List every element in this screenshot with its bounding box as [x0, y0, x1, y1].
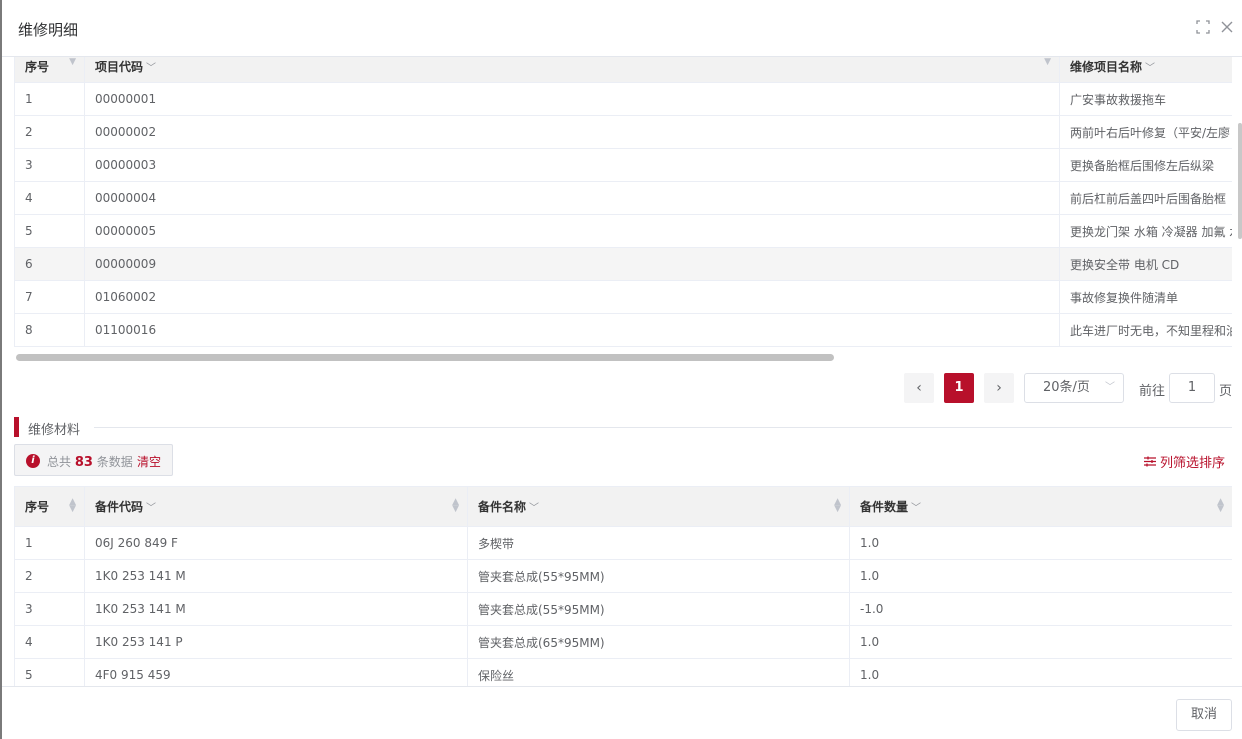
column-header-part-name[interactable]: 备件名称 ﹀ ▲ ▼	[467, 486, 850, 527]
total-count: 83	[74, 455, 93, 470]
fullscreen-icon[interactable]	[1196, 20, 1212, 36]
dialog-title: 维修明细	[18, 21, 79, 39]
clear-button[interactable]: 清空	[137, 453, 161, 470]
table-row[interactable]: 6 00000009 更换安全带 电机 CD	[14, 247, 1232, 281]
dialog-body[interactable]: 序号 ▼ 项目代码 ﹀ ▼ 维修项目名称 ﹀ 1 00000001 广安事故救援拖车 2 00…	[2, 57, 1242, 686]
sort-icon[interactable]: ▲ ▼	[69, 498, 76, 514]
table-row[interactable]: 2 1K0 253 141 M 管夹套总成(55*95MM) 1.0	[14, 559, 1232, 593]
table-row[interactable]: 3 00000003 更换备胎框后围修左后纵梁	[14, 148, 1232, 182]
table-header-row: 序号 ▼ 项目代码 ﹀ ▼ 维修项目名称 ﹀	[14, 57, 1232, 83]
column-filter-sort-button[interactable]: 列筛选排序	[1144, 452, 1225, 471]
column-header-seq[interactable]: 序号 ▲ ▼	[14, 486, 85, 527]
table-row[interactable]: 8 01100016 此车进厂时无电，不知里程和油	[14, 313, 1232, 347]
info-icon: i	[26, 454, 40, 468]
column-header-part-code[interactable]: 备件代码 ﹀ ▲ ▼	[84, 486, 468, 527]
table-row[interactable]: 3 1K0 253 141 M 管夹套总成(55*95MM) -1.0	[14, 592, 1232, 626]
chevron-down-icon[interactable]: ﹀	[529, 499, 539, 514]
next-page-button[interactable]: ›	[984, 373, 1014, 403]
dialog-footer: 取消	[2, 686, 1242, 739]
dialog-header: 维修明细	[2, 0, 1242, 57]
table-row[interactable]: 4 1K0 253 141 P 管夹套总成(65*95MM) 1.0	[14, 625, 1232, 659]
page-number-current[interactable]: 1	[944, 373, 974, 403]
chevron-down-icon[interactable]: ﹀	[146, 499, 156, 514]
sort-icon[interactable]: ▲ ▼	[1217, 498, 1224, 514]
summary-alert: i 总共 83 条数据 清空	[14, 444, 173, 476]
page-size-select[interactable]: 20条/页 ﹀	[1024, 373, 1124, 403]
goto-unit-label: 页	[1219, 384, 1233, 399]
chevron-down-icon[interactable]: ﹀	[146, 59, 156, 74]
table-row[interactable]: 7 01060002 事故修复换件随清单	[14, 280, 1232, 314]
goto-page-input[interactable]: 1	[1169, 373, 1215, 403]
table-row[interactable]: 1 00000001 广安事故救援拖车	[14, 82, 1232, 116]
chevron-down-icon: ﹀	[1105, 382, 1115, 393]
vertical-scrollbar[interactable]	[1238, 123, 1242, 239]
column-header-name[interactable]: 维修项目名称 ﹀	[1059, 57, 1232, 83]
materials-table: 序号 ▲ ▼ 备件代码 ﹀ ▲ ▼ 备件名称 ﹀ ▲ ▼ 备件数量 ﹀ ▲ ▼ 1 06J 260 84…	[14, 486, 1232, 686]
sort-icon[interactable]: ▼	[69, 58, 76, 67]
table-row[interactable]: 5 4F0 915 459 保险丝 1.0	[14, 658, 1232, 686]
column-header-part-qty[interactable]: 备件数量 ﹀ ▲ ▼	[849, 486, 1232, 527]
sort-icon[interactable]: ▼	[1044, 58, 1051, 67]
goto-label: 前往	[1139, 384, 1166, 399]
table-row[interactable]: 2 00000002 两前叶右后叶修复（平安/左廖	[14, 115, 1232, 149]
table-row[interactable]: 4 00000004 前后杠前后盖四叶后围备胎框	[14, 181, 1232, 215]
section-divider	[94, 427, 1232, 428]
sort-icon[interactable]: ▲ ▼	[834, 498, 841, 514]
table-row[interactable]: 1 06J 260 849 F 多楔带 1.0	[14, 526, 1232, 560]
sliders-icon	[1144, 456, 1156, 471]
repair-detail-dialog: 维修明细 序号 ▼ 项目代码 ﹀ ▼ 维修项目名称 ﹀ 1 00000001 广安事故救援	[0, 0, 1242, 739]
repair-items-table: 序号 ▼ 项目代码 ﹀ ▼ 维修项目名称 ﹀ 1 00000001 广安事故救援拖车 2 00…	[14, 57, 1232, 357]
horizontal-scrollbar[interactable]	[16, 354, 834, 361]
chevron-down-icon[interactable]: ﹀	[911, 499, 921, 514]
chevron-down-icon[interactable]: ﹀	[1145, 59, 1155, 74]
sort-icon[interactable]: ▲ ▼	[452, 498, 459, 514]
section-accent-bar	[14, 417, 19, 437]
materials-section-title: 维修材料	[14, 417, 1232, 438]
column-header-code[interactable]: 项目代码 ﹀ ▼	[84, 57, 1060, 83]
table-row[interactable]: 5 00000005 更换龙门架 水箱 冷凝器 加氟 水	[14, 214, 1232, 248]
column-header-seq[interactable]: 序号 ▼	[14, 57, 85, 83]
cancel-button[interactable]: 取消	[1176, 699, 1232, 731]
table-header-row: 序号 ▲ ▼ 备件代码 ﹀ ▲ ▼ 备件名称 ﹀ ▲ ▼ 备件数量 ﹀ ▲ ▼	[14, 486, 1232, 527]
prev-page-button[interactable]: ‹	[904, 373, 934, 403]
close-icon[interactable]	[1220, 20, 1236, 36]
